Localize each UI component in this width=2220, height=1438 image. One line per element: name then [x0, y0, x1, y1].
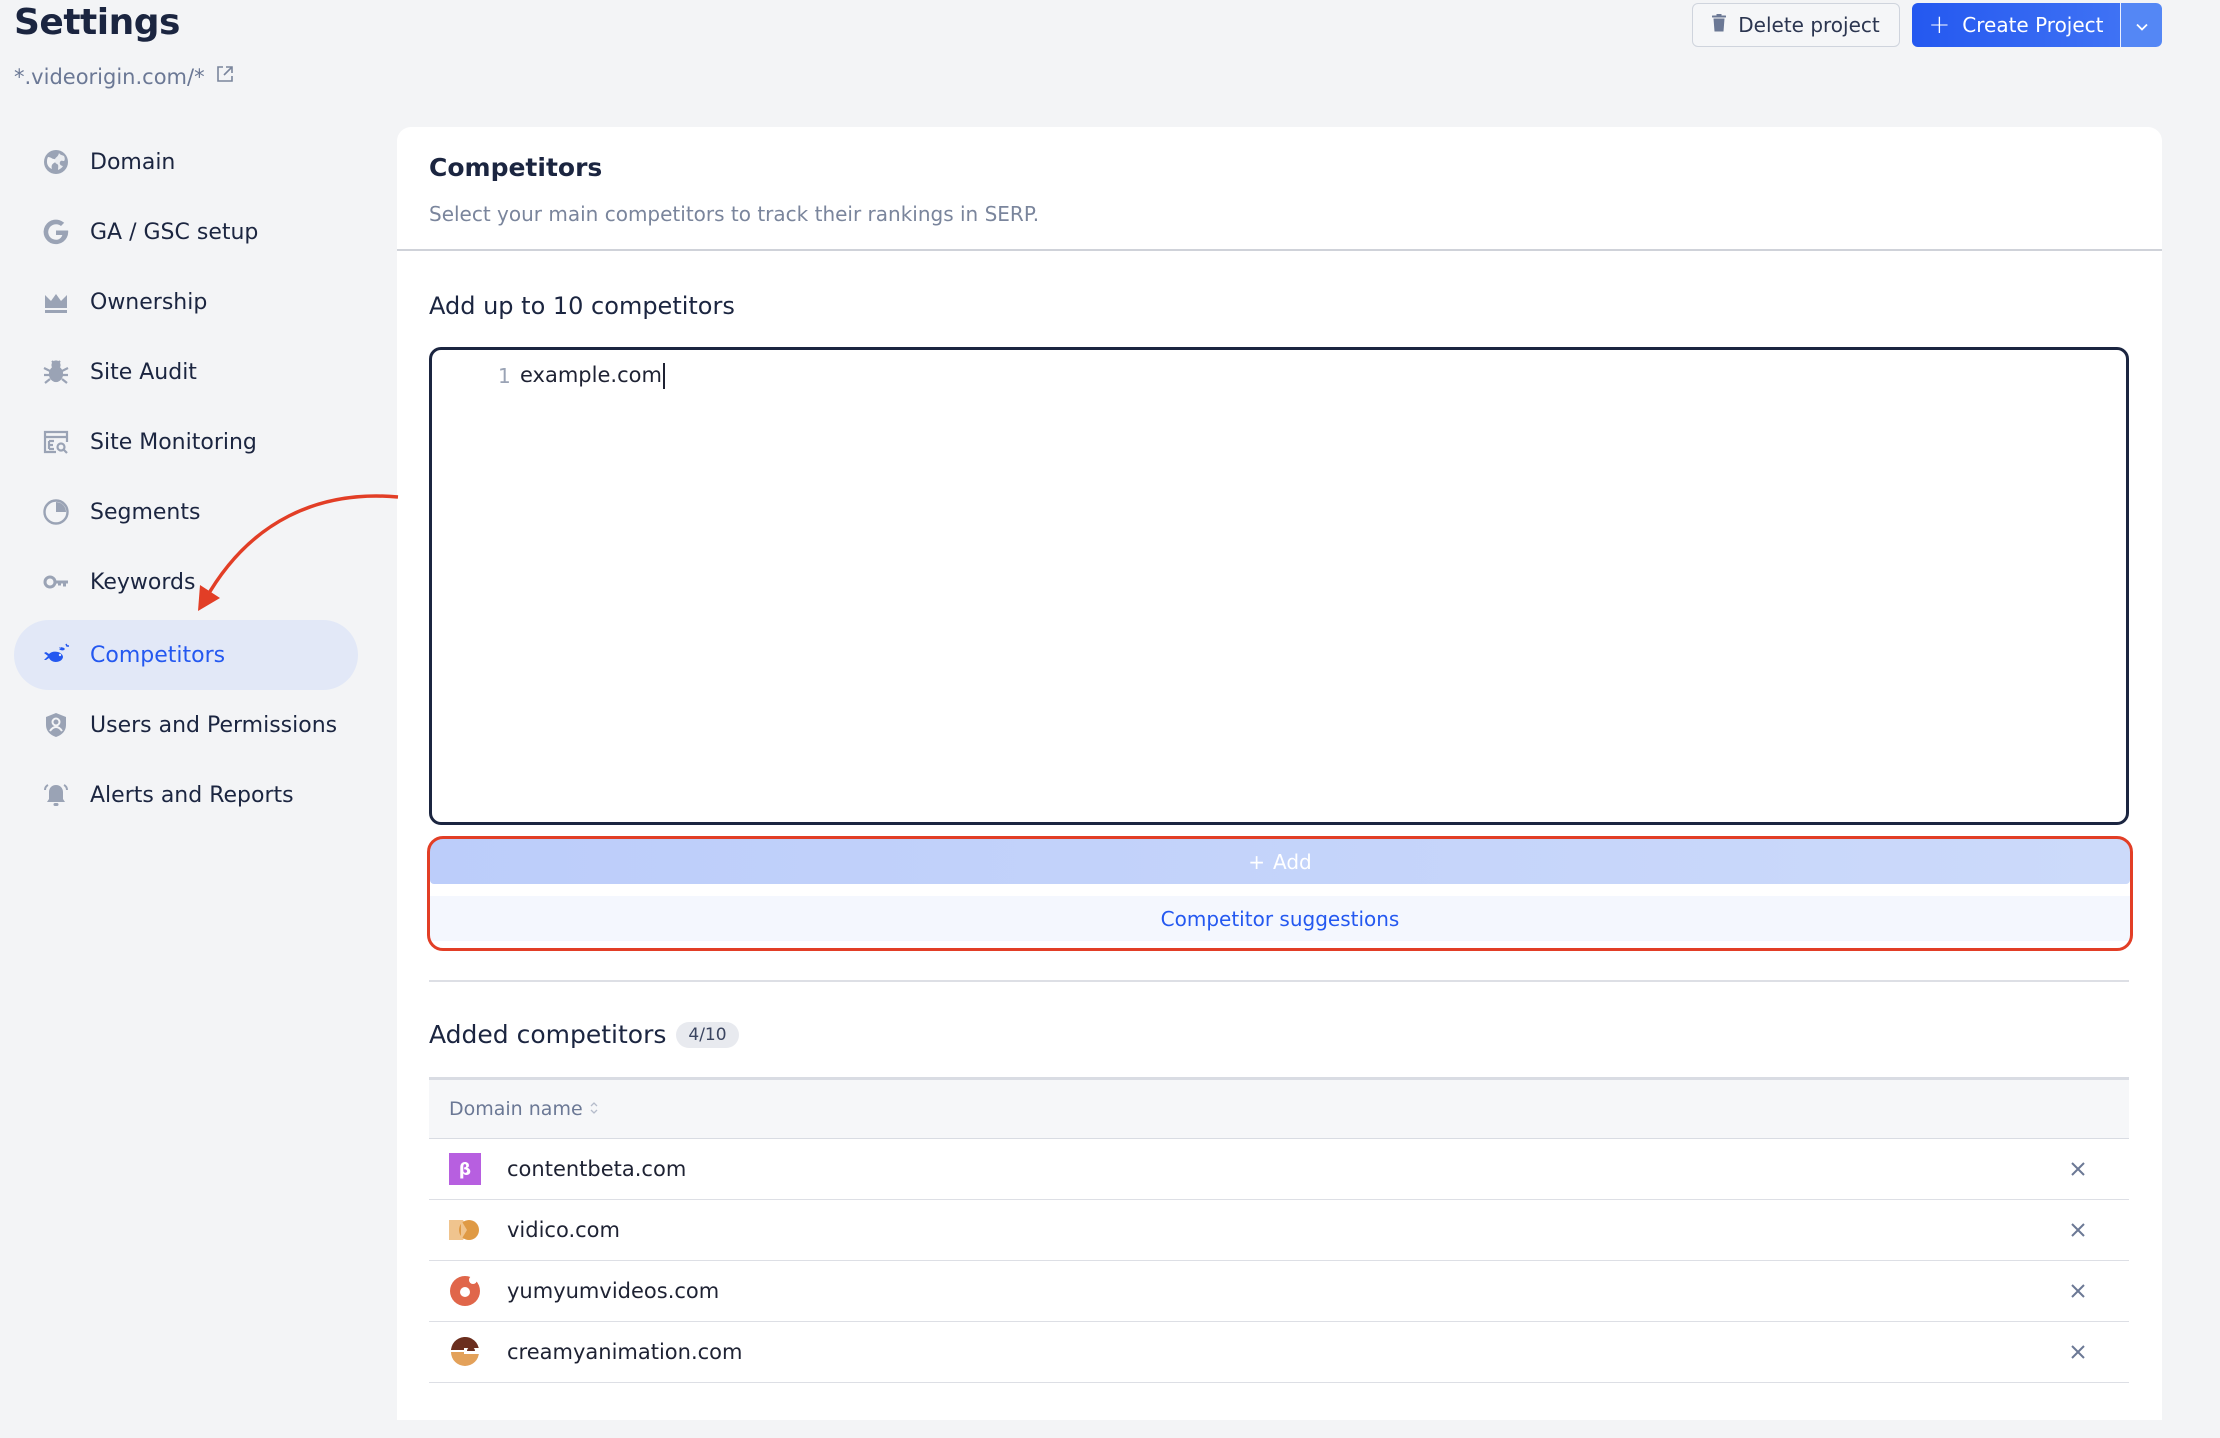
annotation-highlight-box — [427, 836, 2133, 951]
create-project-label: Create Project — [1962, 13, 2104, 37]
section-title: Competitors — [429, 153, 603, 182]
project-url-link[interactable]: *.videorigin.com/* — [14, 64, 235, 89]
domain-name: vidico.com — [507, 1218, 620, 1242]
delete-project-button[interactable]: Delete project — [1692, 3, 1900, 47]
sidebar-item-site-audit[interactable]: Site Audit — [14, 337, 358, 407]
pie-icon — [42, 498, 70, 526]
create-project-button[interactable]: + Create Project — [1912, 3, 2120, 47]
sidebar-item-keywords[interactable]: Keywords — [14, 547, 358, 617]
domain-name: yumyumvideos.com — [507, 1279, 720, 1303]
vidico-icon — [449, 1214, 481, 1246]
sort-icon — [589, 1098, 599, 1120]
remove-competitor-button[interactable] — [2067, 1341, 2089, 1363]
table-header-domain-name[interactable]: Domain name — [429, 1077, 2129, 1139]
sidebar-item-label: Segments — [90, 499, 201, 525]
sidebar-item-domain[interactable]: Domain — [14, 127, 358, 197]
competitor-count-badge: 4/10 — [676, 1021, 739, 1048]
monitor-search-icon — [42, 428, 70, 456]
competitors-input[interactable]: 1 example.com — [429, 347, 2129, 825]
sidebar-item-label: Alerts and Reports — [90, 782, 294, 808]
header-divider — [397, 249, 2162, 251]
sidebar-item-label: Site Audit — [90, 359, 197, 385]
add-competitors-label: Add up to 10 competitors — [429, 292, 735, 320]
column-header-label: Domain name — [449, 1098, 583, 1120]
remove-competitor-button[interactable] — [2067, 1158, 2089, 1180]
competitors-table: Domain name β contentbeta.com vidico.com — [429, 1077, 2129, 1383]
bug-icon — [42, 358, 70, 386]
input-value-text: example.com — [520, 363, 662, 387]
sidebar-item-label: GA / GSC setup — [90, 219, 259, 245]
sidebar-item-ownership[interactable]: Ownership — [14, 267, 358, 337]
fish-icon — [42, 641, 70, 669]
sidebar-item-label: Domain — [90, 149, 176, 175]
competitors-card: Competitors Select your main competitors… — [397, 127, 2162, 1420]
bell-icon — [42, 781, 70, 809]
text-caret — [662, 363, 665, 389]
domain-name: creamyanimation.com — [507, 1340, 743, 1364]
donut-icon — [449, 1275, 481, 1307]
creamy-icon — [449, 1336, 481, 1368]
sidebar-item-users-permissions[interactable]: Users and Permissions — [14, 690, 358, 760]
sidebar-item-competitors[interactable]: Competitors — [14, 620, 358, 690]
remove-competitor-button[interactable] — [2067, 1219, 2089, 1241]
globe-icon — [42, 148, 70, 176]
input-line-value: example.com — [520, 363, 665, 389]
sidebar-item-ga-gsc-setup[interactable]: GA / GSC setup — [14, 197, 358, 267]
sidebar-item-label: Competitors — [90, 642, 226, 668]
remove-competitor-button[interactable] — [2067, 1280, 2089, 1302]
sidebar-item-site-monitoring[interactable]: Site Monitoring — [14, 407, 358, 477]
key-icon — [42, 568, 70, 596]
project-url-text: *.videorigin.com/* — [14, 64, 205, 89]
added-competitors-heading: Added competitors 4/10 — [429, 1020, 739, 1049]
table-row: creamyanimation.com — [429, 1322, 2129, 1383]
plus-icon: + — [1928, 10, 1951, 40]
page-title: Settings — [14, 2, 180, 43]
section-divider — [429, 980, 2129, 982]
beta-icon: β — [449, 1153, 481, 1185]
table-row: vidico.com — [429, 1200, 2129, 1261]
table-row: β contentbeta.com — [429, 1139, 2129, 1200]
sidebar-item-label: Ownership — [90, 289, 208, 315]
sidebar-item-label: Site Monitoring — [90, 429, 257, 455]
line-number: 1 — [498, 364, 511, 388]
google-icon — [42, 218, 70, 246]
chevron-down-icon — [2135, 16, 2148, 35]
sidebar-item-alerts-reports[interactable]: Alerts and Reports — [14, 760, 358, 830]
added-competitors-title: Added competitors — [429, 1020, 667, 1049]
sidebar-item-segments[interactable]: Segments — [14, 477, 358, 547]
section-subtitle: Select your main competitors to track th… — [429, 202, 1040, 226]
sidebar-item-label: Keywords — [90, 569, 196, 595]
sidebar-item-label: Users and Permissions — [90, 712, 338, 738]
create-project-dropdown-toggle[interactable] — [2120, 3, 2162, 47]
crown-icon — [42, 288, 70, 316]
delete-project-label: Delete project — [1738, 13, 1880, 37]
svg-text:β: β — [459, 1160, 471, 1180]
table-row: yumyumvideos.com — [429, 1261, 2129, 1322]
user-shield-icon — [42, 711, 70, 739]
trash-icon — [1712, 13, 1727, 37]
create-project-split-button: + Create Project — [1912, 3, 2162, 47]
external-link-icon — [215, 64, 235, 89]
domain-name: contentbeta.com — [507, 1157, 687, 1181]
